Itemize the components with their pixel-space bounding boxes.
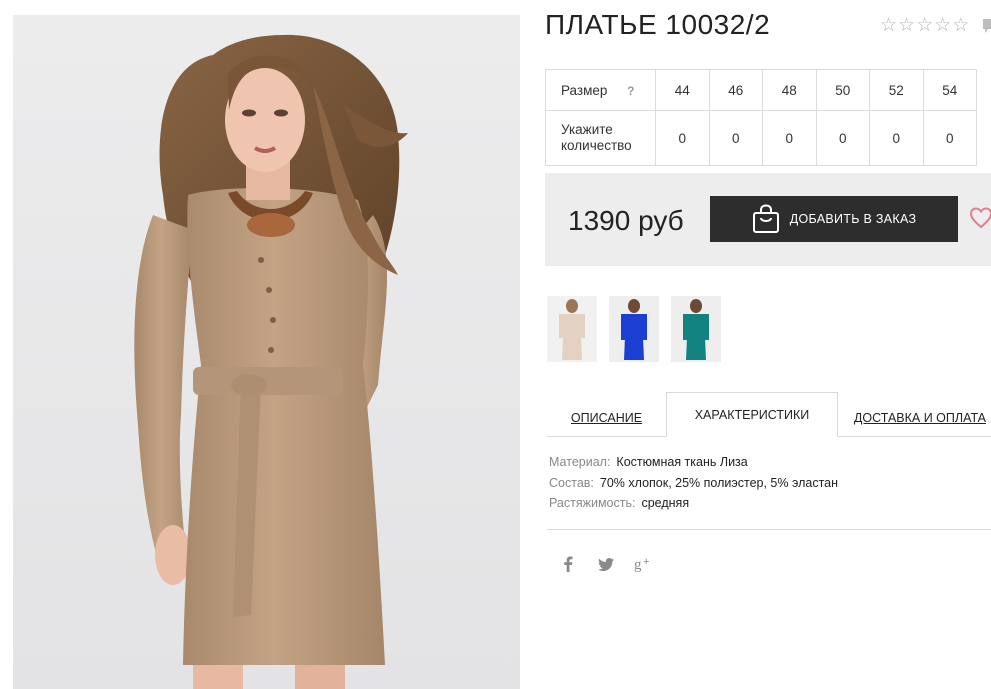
tab-description-label: ОПИСАНИЕ (570, 410, 643, 425)
tab-characteristics[interactable]: ХАРАКТЕРИСТИКИ (666, 392, 838, 437)
size-option: 46 (708, 69, 763, 111)
help-icon[interactable]: ? (627, 84, 634, 98)
beige-dress-thumbnail-image (547, 296, 597, 362)
quantity-label-line2: количество (561, 138, 632, 153)
spec-composition: Состав: 70% хлопок, 25% полиэстер, 5% эла… (549, 476, 838, 490)
spec-value: 70% хлопок, 25% полиэстер, 5% эластан (599, 476, 839, 490)
product-price: 1390 руб (568, 205, 684, 236)
spec-key: Растяжимость: (549, 496, 636, 510)
quantity-input[interactable]: 0 (815, 110, 870, 166)
size-label-cell: Размер ? (545, 69, 656, 111)
quantity-input[interactable]: 0 (655, 110, 710, 166)
size-label: Размер (561, 82, 608, 98)
size-option: 54 (922, 69, 977, 111)
spec-stretch: Растяжимость: средняя (549, 496, 689, 510)
spec-value: средняя (641, 496, 690, 510)
model-in-beige-dress-illustration (13, 15, 520, 689)
size-quantity-table: Размер ? 44 46 48 50 52 54 Укажите колич… (545, 69, 977, 166)
tab-characteristics-label: ХАРАКТЕРИСТИКИ (694, 407, 810, 422)
facebook-icon[interactable] (558, 554, 578, 574)
section-divider (547, 529, 991, 530)
purchase-panel: 1390 руб ДОБАВИТЬ В ЗАКАЗ (545, 173, 991, 266)
product-main-image[interactable] (13, 15, 520, 689)
star-icon[interactable]: ☆ (916, 16, 933, 35)
star-icon[interactable]: ☆ (880, 16, 897, 35)
size-row: Размер ? 44 46 48 50 52 54 (545, 69, 977, 111)
star-icon[interactable]: ☆ (898, 16, 915, 35)
quantity-input[interactable]: 0 (869, 110, 924, 166)
twitter-icon[interactable] (596, 554, 616, 574)
tab-description[interactable]: ОПИСАНИЕ (547, 398, 666, 437)
star-icon[interactable]: ☆ (952, 16, 969, 35)
quantity-label-line1: Укажите (561, 122, 613, 137)
rating-stars[interactable]: ☆ ☆ ☆ ☆ ☆ (880, 16, 969, 35)
quantity-input[interactable]: 0 (708, 110, 763, 166)
teal-dress-thumbnail-image (671, 296, 721, 362)
blue-dress-thumbnail-image (609, 296, 659, 362)
comment-icon[interactable] (981, 17, 991, 35)
google-plus-icon[interactable]: g + (634, 554, 654, 574)
quantity-label-cell: Укажите количество (545, 110, 656, 166)
heart-icon[interactable] (969, 206, 991, 230)
add-to-order-label: ДОБАВИТЬ В ЗАКАЗ (789, 212, 917, 226)
product-title: ПЛАТЬЕ 10032/2 (545, 9, 771, 40)
size-option: 44 (655, 69, 710, 111)
spec-value: Костюмная ткань Лиза (616, 455, 748, 469)
spec-key: Состав: (549, 476, 594, 490)
add-to-order-button[interactable]: ДОБАВИТЬ В ЗАКАЗ (710, 196, 958, 242)
thumbnail-blue[interactable] (609, 296, 659, 362)
tab-delivery-payment[interactable]: ДОСТАВКА И ОПЛАТА (838, 398, 991, 437)
size-option: 48 (762, 69, 817, 111)
tab-delivery-payment-label: ДОСТАВКА И ОПЛАТА (853, 410, 986, 425)
svg-text:+: + (643, 556, 649, 568)
quantity-row: Укажите количество 0 0 0 0 0 0 (545, 110, 977, 166)
shopping-bag-icon (752, 204, 779, 233)
star-icon[interactable]: ☆ (934, 16, 951, 35)
spec-key: Материал: (549, 455, 611, 469)
quantity-input[interactable]: 0 (922, 110, 977, 166)
size-option: 50 (815, 69, 870, 111)
svg-text:g: g (634, 557, 642, 572)
thumbnail-beige[interactable] (547, 296, 597, 362)
spec-material: Материал: Костюмная ткань Лиза (549, 455, 748, 469)
quantity-input[interactable]: 0 (762, 110, 817, 166)
size-option: 52 (869, 69, 924, 111)
thumbnail-teal[interactable] (671, 296, 721, 362)
